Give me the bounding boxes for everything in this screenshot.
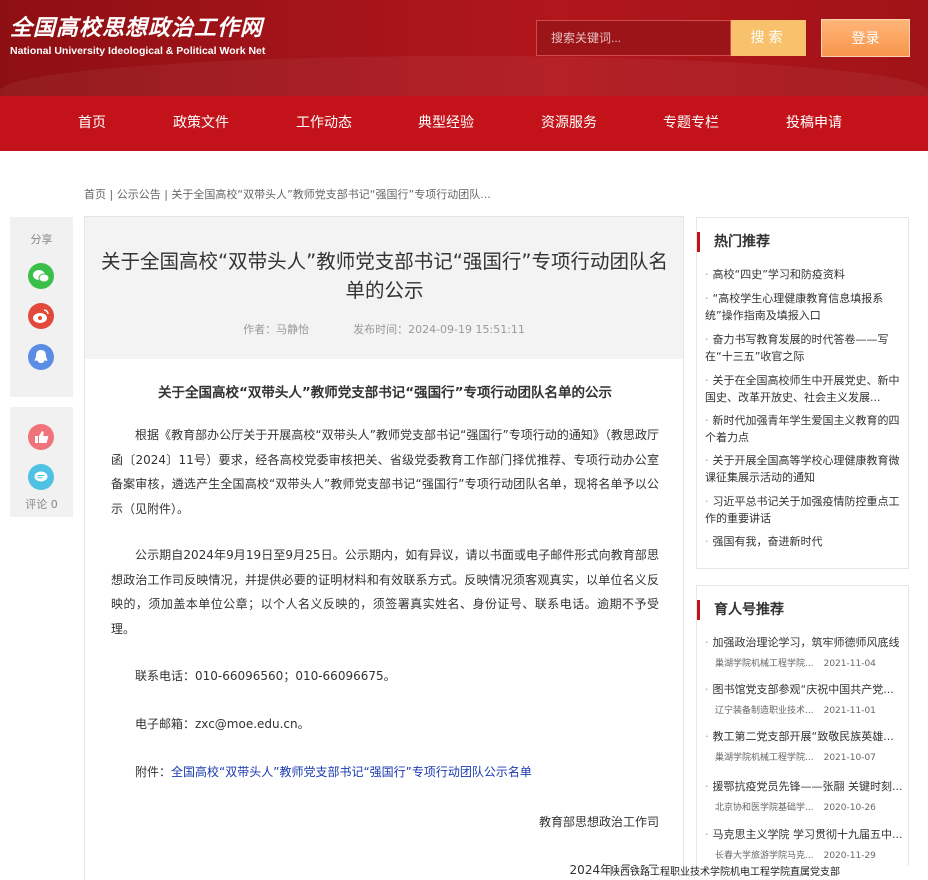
- rec-item[interactable]: · 教工第二党支部开展“致敬民族英雄... 巢湖学院机械工程学院... 2021-1…: [705, 729, 907, 763]
- rec-item-title: · 图书馆党支部参观“庆祝中国共产党...: [705, 683, 894, 696]
- hot-item-text: 强国有我，奋进新时代: [712, 535, 823, 548]
- hot-item-text: 新时代加强青年学生爱国主义教育的四个着力点: [705, 414, 900, 444]
- rec-item-meta: 巢湖学院机械工程学院... 2021-10-07: [705, 750, 907, 763]
- rec-item-meta: 巢湖学院机械工程学院... 2021-11-04: [705, 656, 907, 669]
- hot-item[interactable]: · 新时代加强青年学生爱国主义教育的四个着力点: [705, 412, 904, 446]
- article-paragraph: 公示期自2024年9月19日至9月25日。公示期内，如有异议，请以书面或电子邮件…: [111, 548, 659, 636]
- article-meta: 作者：马静怡 发布时间：2024-09-19 15:51:11: [85, 321, 683, 337]
- nav-policy[interactable]: 政策文件: [156, 96, 246, 151]
- breadcrumb: 首页 | 公示公告 | 关于全国高校“双带头人”教师党支部书记“强国行”专项行动…: [84, 186, 491, 202]
- attachment-label: 附件：: [135, 765, 172, 779]
- hot-item[interactable]: · “高校学生心理健康教育信息填报系统”操作指南及填报入口: [705, 290, 904, 324]
- article-title: 关于全国高校“双带头人”教师党支部书记“强国行”专项行动团队名单的公示: [101, 250, 668, 302]
- hot-item-text: “高校学生心理健康教育信息填报系统”操作指南及填报入口: [705, 292, 884, 322]
- site-logo[interactable]: 全国高校思想政治工作网 National University Ideologi…: [10, 14, 265, 58]
- rec-item-source: 北京协和医学院基础学...: [715, 803, 814, 813]
- rec-item-meta: 辽宁装备制造职业技术... 2021-11-01: [705, 703, 907, 716]
- hot-item-text: 高校“四史”学习和防疫资料: [712, 268, 845, 281]
- weibo-icon[interactable]: [28, 303, 54, 329]
- hot-panel: 热门推荐 · 高校“四史”学习和防疫资料 · “高校学生心理健康教育信息填报系统”操…: [696, 217, 909, 569]
- rec-item-date: 2021-10-07: [823, 753, 876, 763]
- rec-item-meta: 北京协和医学院基础学... 2020-10-26: [705, 800, 907, 813]
- rec-panel: 育人号推荐 · 加强政治理论学习，筑牢师德师风底线 巢湖学院机械工程学院... 20…: [696, 585, 909, 880]
- rec-item-title: · 援鄂抗疫党员先锋——张翮 关键时刻...: [705, 780, 903, 793]
- nav-home[interactable]: 首页: [47, 96, 137, 151]
- comment-icon[interactable]: [28, 464, 54, 490]
- rec-item-source: 辽宁装备制造职业技术...: [715, 706, 814, 716]
- footer-scrolling-text: 陕西铁路工程职业技术学院机电工程学院直属党支部: [610, 866, 928, 880]
- rec-item-date: 2021-11-01: [823, 706, 876, 716]
- hot-item[interactable]: · 关于开展全国高等学校心理健康教育微课征集展示活动的通知: [705, 452, 904, 486]
- search-input[interactable]: 搜索关键词...: [536, 20, 731, 56]
- breadcrumb-home[interactable]: 首页: [84, 188, 106, 201]
- rec-item[interactable]: · 援鄂抗疫党员先锋——张翮 关键时刻... 北京协和医学院基础学... 2020-…: [705, 779, 907, 813]
- hot-item[interactable]: · 习近平总书记关于加强疫情防控重点工作的重要讲话: [705, 493, 904, 527]
- hot-item-text: 奋力书写教育发展的时代答卷——写在“十三五”收官之际: [705, 333, 889, 363]
- share-label: 分享: [30, 233, 53, 246]
- contact-phone: 联系电话：010-66096560；010-66096675。: [135, 669, 396, 683]
- share-panel: 分享: [10, 217, 73, 397]
- hot-item-text: 习近平总书记关于加强疫情防控重点工作的重要讲话: [705, 495, 900, 525]
- rec-item-date: 2020-10-26: [823, 803, 876, 813]
- article-time: 发布时间：2024-09-19 15:51:11: [353, 323, 525, 336]
- signature-org: 教育部思想政治工作司: [538, 815, 659, 829]
- rec-item[interactable]: · 马克思主义学院 学习贯彻十九届五中... 长春大学旅游学院马克... 2020-…: [705, 827, 907, 861]
- rec-item-source: 巢湖学院机械工程学院...: [715, 753, 814, 763]
- hot-item[interactable]: · 高校“四史”学习和防疫资料: [705, 266, 904, 283]
- hot-item-text: 关于在全国高校师生中开展党史、新中国史、改革开放史、社会主义发展...: [705, 374, 900, 404]
- attachment-line: 附件：全国高校“双带头人”教师党支部书记“强国行”专项行动团队公示名单: [135, 762, 532, 782]
- rec-item-source: 长春大学旅游学院马克...: [715, 851, 814, 861]
- rec-item[interactable]: · 加强政治理论学习，筑牢师德师风底线 巢湖学院机械工程学院... 2021-11-…: [705, 635, 907, 669]
- logo-english-text: National University Ideological & Politi…: [10, 45, 266, 57]
- rec-item-title: · 教工第二党支部开展“致敬民族英雄...: [705, 730, 894, 743]
- article-subtitle: 关于全国高校“双带头人”教师党支部书记“强国行”专项行动团队名单的公示: [158, 385, 612, 401]
- rec-item-date: 2020-11-29: [823, 851, 876, 861]
- hot-panel-title: 热门推荐: [697, 232, 770, 252]
- nav-submit[interactable]: 投稿申请: [769, 96, 859, 151]
- contact-email: 电子邮箱：zxc@moe.edu.cn。: [135, 717, 310, 731]
- search-bar: 搜索关键词... 搜索: [536, 20, 806, 56]
- article-header: 关于全国高校“双带头人”教师党支部书记“强国行”专项行动团队名单的公示 作者：马…: [85, 217, 683, 359]
- nav-resources[interactable]: 资源服务: [524, 96, 614, 151]
- site-header: 全国高校思想政治工作网 National University Ideologi…: [0, 0, 928, 96]
- logo-chinese-text: 全国高校思想政治工作网: [10, 15, 264, 41]
- rec-item-meta: 长春大学旅游学院马克... 2020-11-29: [705, 848, 907, 861]
- rec-item-title: · 加强政治理论学习，筑牢师德师风底线: [705, 636, 900, 649]
- breadcrumb-current[interactable]: 关于全国高校“双带头人”教师党支部书记“强国行”专项行动团队...: [171, 188, 490, 201]
- nav-typical-experience[interactable]: 典型经验: [401, 96, 491, 151]
- qq-icon[interactable]: [28, 344, 54, 370]
- like-icon[interactable]: [28, 424, 54, 450]
- hot-item[interactable]: · 强国有我，奋进新时代: [705, 533, 904, 550]
- wechat-icon[interactable]: [28, 263, 54, 289]
- comment-count: 评论 0: [25, 498, 58, 511]
- attachment-link[interactable]: 全国高校“双带头人”教师党支部书记“强国行”专项行动团队公示名单: [171, 765, 532, 779]
- breadcrumb-separator: |: [106, 188, 117, 201]
- nav-work-news[interactable]: 工作动态: [279, 96, 369, 151]
- rec-panel-title: 育人号推荐: [697, 600, 784, 620]
- article-author: 作者：马静怡: [243, 323, 310, 336]
- interaction-panel: 评论 0: [10, 407, 73, 517]
- main-nav: 首页 政策文件 工作动态 典型经验 资源服务 专题专栏 投稿申请: [0, 96, 928, 151]
- rec-item-title: · 马克思主义学院 学习贯彻十九届五中...: [705, 828, 903, 841]
- nav-topics[interactable]: 专题专栏: [646, 96, 736, 151]
- login-button[interactable]: 登录: [821, 19, 910, 57]
- rec-item-date: 2021-11-04: [823, 659, 876, 669]
- hot-item-text: 关于开展全国高等学校心理健康教育微课征集展示活动的通知: [705, 454, 900, 484]
- search-button[interactable]: 搜索: [731, 20, 806, 56]
- article-paragraph: 根据《教育部办公厅关于开展高校“双带头人”教师党支部书记“强国行”专项行动的通知…: [111, 428, 659, 516]
- article: 关于全国高校“双带头人”教师党支部书记“强国行”专项行动团队名单的公示 作者：马…: [84, 216, 684, 880]
- hot-item[interactable]: · 关于在全国高校师生中开展党史、新中国史、改革开放史、社会主义发展...: [705, 372, 904, 406]
- breadcrumb-separator: |: [160, 188, 172, 201]
- header-decoration: [0, 56, 928, 96]
- rec-item-source: 巢湖学院机械工程学院...: [715, 659, 814, 669]
- breadcrumb-section[interactable]: 公示公告: [117, 188, 161, 201]
- rec-item[interactable]: · 图书馆党支部参观“庆祝中国共产党... 辽宁装备制造职业技术... 2021-1…: [705, 682, 907, 716]
- hot-item[interactable]: · 奋力书写教育发展的时代答卷——写在“十三五”收官之际: [705, 331, 904, 365]
